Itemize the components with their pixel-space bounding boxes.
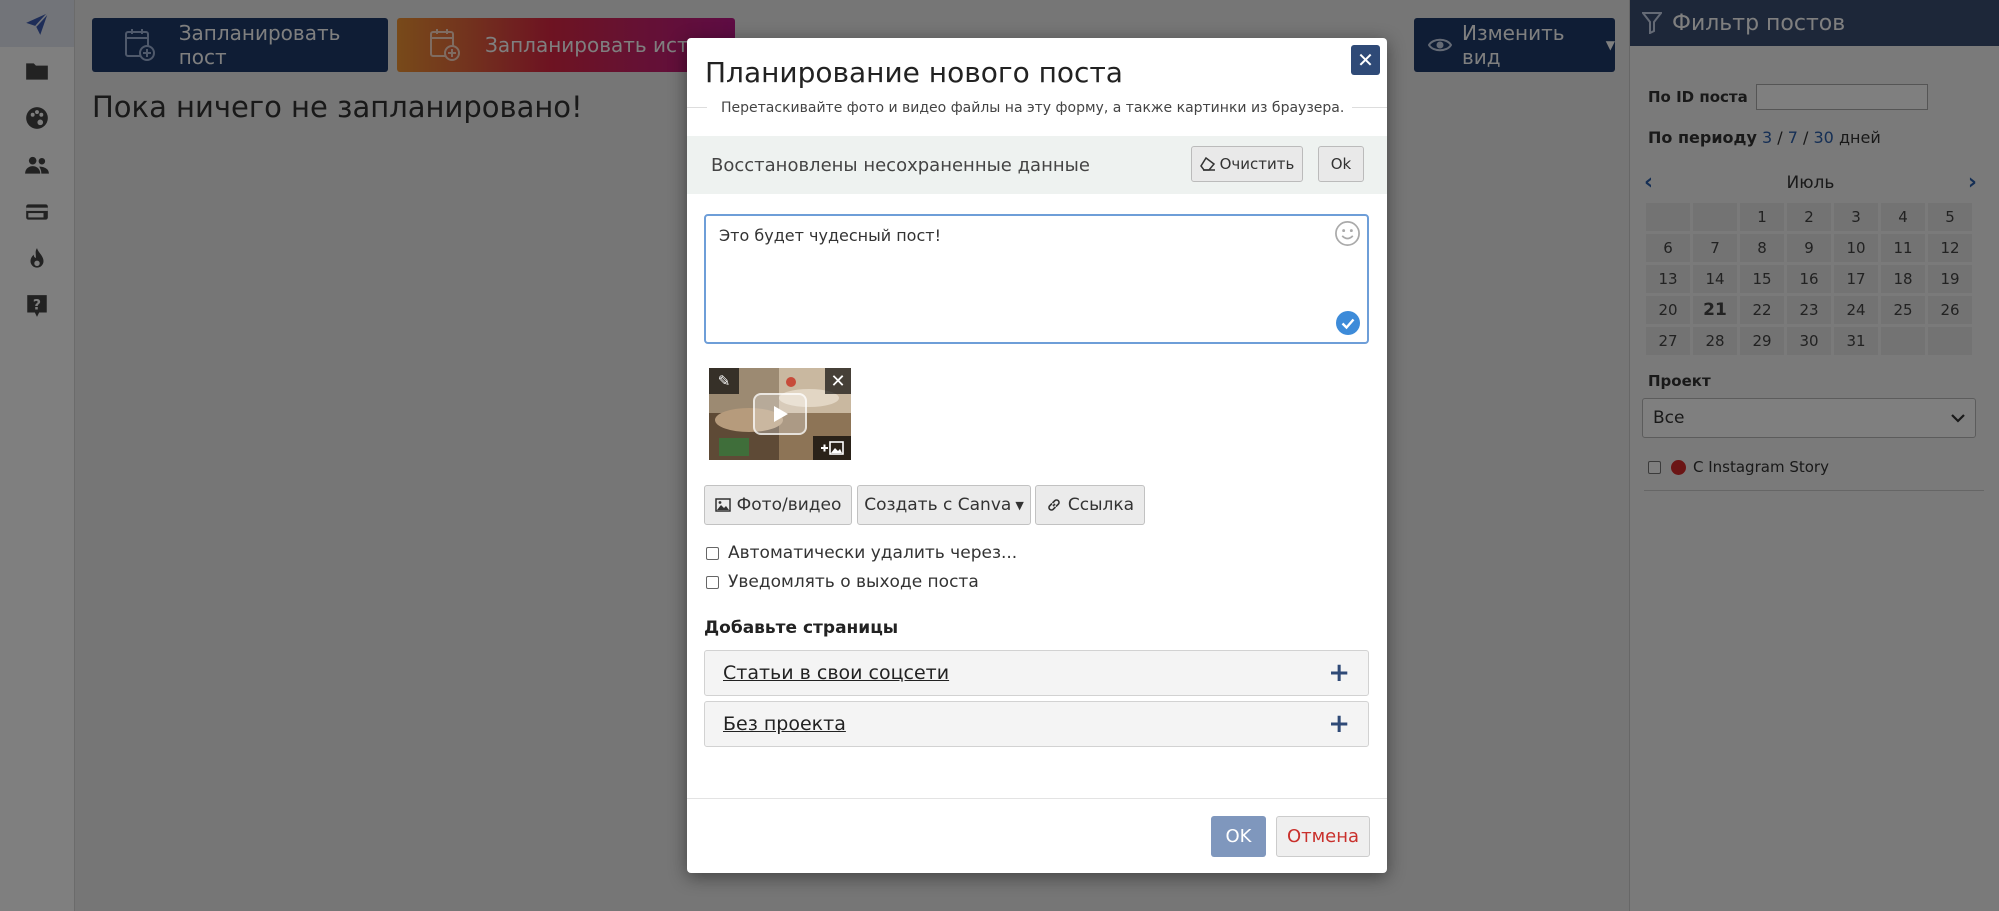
drop-hint-text: Перетаскивайте фото и видео файлы на эту… bbox=[713, 100, 1353, 116]
caret-down-icon: ▼ bbox=[1015, 498, 1024, 512]
clear-label: Очистить bbox=[1219, 155, 1295, 173]
post-text-area[interactable]: Это будет чудесный пост! bbox=[704, 214, 1369, 344]
photo-video-label: Фото/видео bbox=[736, 495, 842, 515]
accordion-item[interactable]: Без проекта + bbox=[704, 701, 1369, 747]
canva-label: Создать с Canva bbox=[864, 495, 1012, 515]
plus-icon: + bbox=[1328, 709, 1350, 739]
add-photo-video-button[interactable]: Фото/видео bbox=[704, 485, 852, 525]
link-icon bbox=[1046, 497, 1062, 513]
new-post-modal: Планирование нового поста ✕ Перетаскивай… bbox=[687, 38, 1387, 873]
add-link-button[interactable]: Ссылка bbox=[1035, 485, 1145, 525]
accordion-label: Без проекта bbox=[723, 713, 846, 735]
add-image-icon[interactable] bbox=[813, 436, 851, 460]
media-thumbnail[interactable]: ✎ ✕ bbox=[709, 368, 851, 460]
clear-button[interactable]: Очистить bbox=[1191, 146, 1303, 182]
plus-icon: + bbox=[1328, 658, 1350, 688]
remove-media-icon[interactable]: ✕ bbox=[825, 368, 851, 394]
ok-button[interactable]: OK bbox=[1211, 816, 1266, 857]
restored-data-text: Восстановлены несохраненные данные bbox=[711, 154, 1090, 176]
footer-divider bbox=[687, 798, 1387, 799]
auto-delete-label: Автоматически удалить через... bbox=[728, 543, 1018, 563]
create-with-canva-button[interactable]: Создать с Canva ▼ bbox=[857, 485, 1031, 525]
auto-delete-checkbox[interactable] bbox=[706, 546, 719, 560]
post-text: Это будет чудесный пост! bbox=[719, 226, 941, 245]
notify-label: Уведомлять о выходе поста bbox=[728, 572, 979, 592]
accordion-label: Статьи в свои соцсети bbox=[723, 662, 950, 684]
emoji-icon[interactable] bbox=[1334, 220, 1361, 247]
drop-hint: Перетаскивайте фото и видео файлы на эту… bbox=[687, 100, 1387, 116]
modal-title: Планирование нового поста bbox=[705, 56, 1123, 89]
link-label: Ссылка bbox=[1067, 495, 1135, 515]
auto-delete-option[interactable]: Автоматически удалить через... bbox=[706, 543, 1017, 563]
notify-checkbox[interactable] bbox=[706, 575, 719, 589]
eraser-icon bbox=[1199, 157, 1216, 171]
close-icon[interactable]: ✕ bbox=[1351, 45, 1380, 75]
play-icon bbox=[753, 393, 807, 435]
hint-divider bbox=[687, 107, 707, 108]
pencil-icon[interactable]: ✎ bbox=[709, 368, 739, 394]
accordion-item[interactable]: Статьи в свои соцсети + bbox=[704, 650, 1369, 696]
cancel-button[interactable]: Отмена bbox=[1276, 816, 1370, 857]
checkmark-icon[interactable] bbox=[1335, 310, 1361, 336]
restore-ok-button[interactable]: Ok bbox=[1318, 146, 1364, 182]
image-icon bbox=[714, 498, 731, 512]
restored-data-bar: Восстановлены несохраненные данные Очист… bbox=[687, 136, 1387, 194]
notify-option[interactable]: Уведомлять о выходе поста bbox=[706, 572, 979, 592]
add-pages-heading: Добавьте страницы bbox=[704, 618, 899, 638]
